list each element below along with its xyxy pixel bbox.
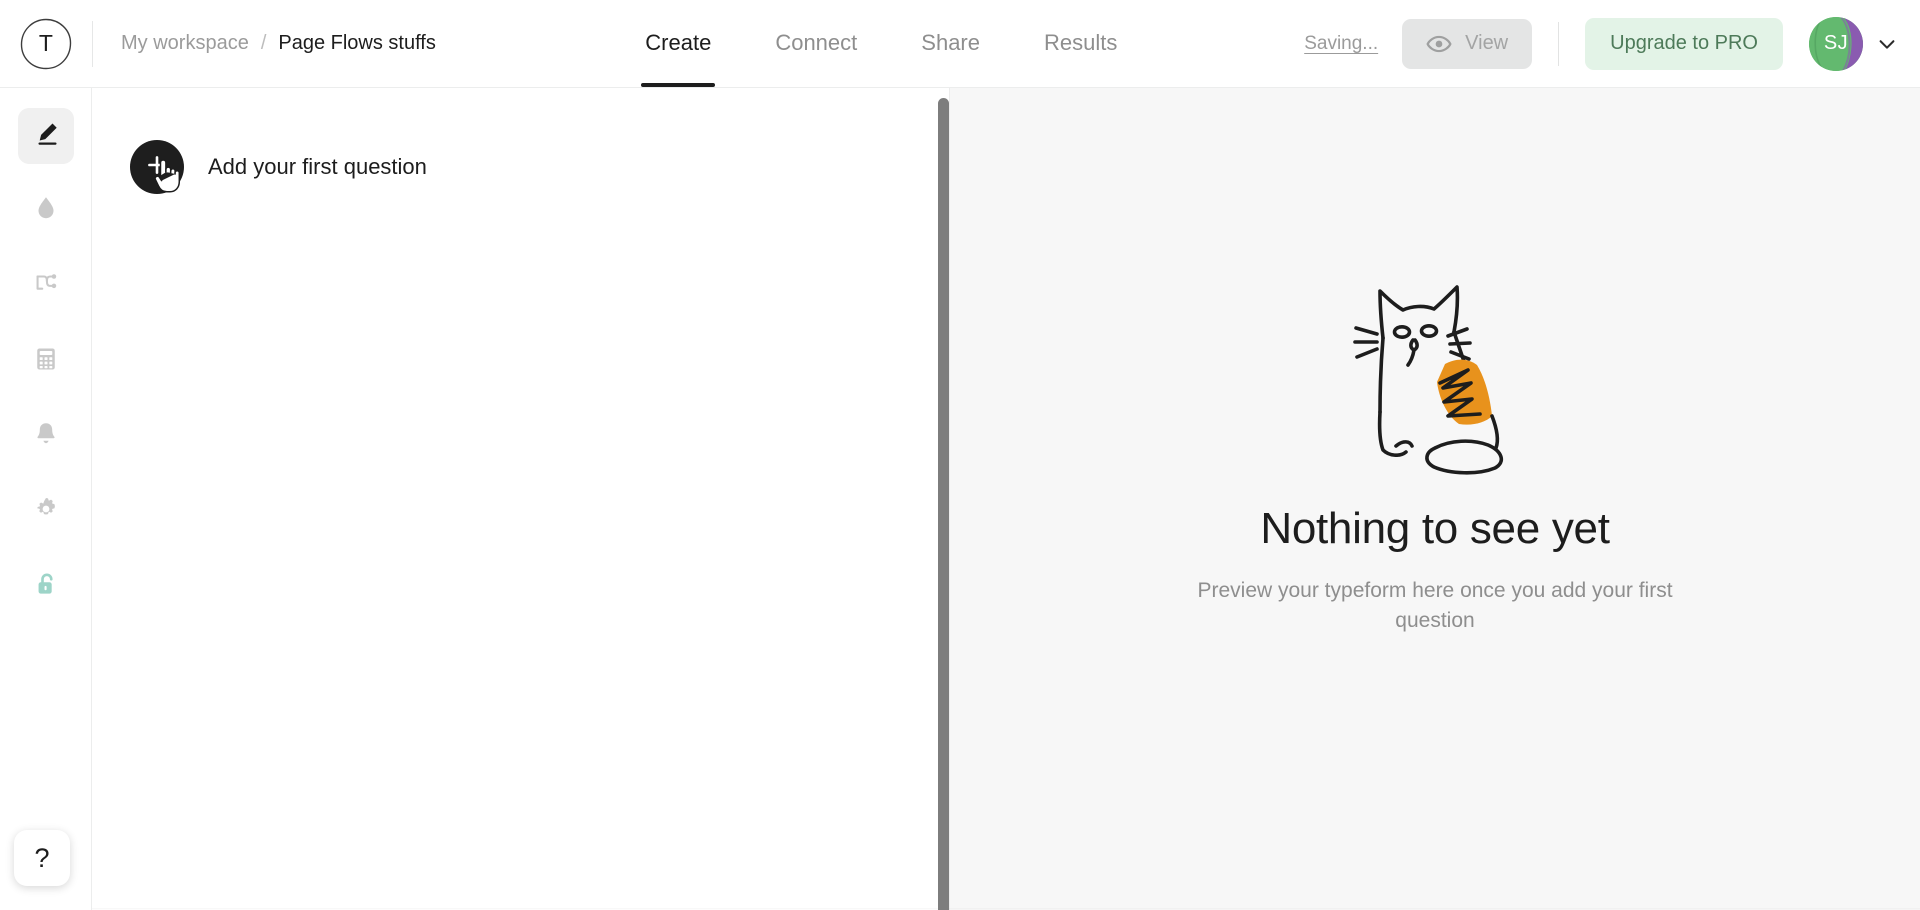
left-sidebar: ? bbox=[0, 88, 92, 910]
app-body: ? Add your first question Nothing to see… bbox=[0, 88, 1920, 910]
typeform-app-window: T My workspace / Page Flows stuffs Creat… bbox=[0, 0, 1920, 910]
view-button[interactable]: View bbox=[1402, 18, 1533, 69]
empty-state-title: Nothing to see yet bbox=[1260, 503, 1610, 553]
unlocked-padlock-icon bbox=[32, 570, 60, 603]
bell-icon bbox=[31, 419, 61, 454]
sidebar-item-privacy[interactable] bbox=[18, 558, 74, 614]
tab-share-label: Share bbox=[921, 30, 980, 55]
breadcrumb-form-name[interactable]: Page Flows stuffs bbox=[278, 32, 435, 55]
sidebar-item-settings[interactable] bbox=[18, 483, 74, 539]
add-question-circle[interactable] bbox=[130, 140, 184, 194]
breadcrumb: My workspace / Page Flows stuffs bbox=[93, 32, 436, 55]
logo-letter: T bbox=[38, 30, 54, 56]
logic-branch-icon bbox=[31, 269, 61, 304]
sidebar-item-logic[interactable] bbox=[18, 258, 74, 314]
tab-connect-label: Connect bbox=[775, 30, 858, 55]
help-button[interactable]: ? bbox=[14, 830, 70, 886]
sidebar-item-design[interactable] bbox=[18, 183, 74, 239]
highlighter-pen-icon bbox=[30, 118, 62, 155]
chevron-down-icon[interactable] bbox=[1876, 33, 1898, 55]
typeform-logo[interactable]: T bbox=[0, 0, 92, 88]
question-editor-panel: Add your first question bbox=[92, 88, 950, 910]
help-question-mark-icon: ? bbox=[34, 842, 50, 873]
tab-share[interactable]: Share bbox=[889, 0, 1012, 87]
tab-results-label: Results bbox=[1044, 30, 1118, 55]
form-preview-panel: Nothing to see yet Preview your typeform… bbox=[950, 88, 1920, 910]
account-menu[interactable]: SJ bbox=[1809, 16, 1898, 71]
saving-status: Saving... bbox=[1304, 32, 1379, 54]
eye-icon bbox=[1426, 31, 1452, 57]
upgrade-to-pro-button[interactable]: Upgrade to PRO bbox=[1585, 17, 1783, 70]
avatar: SJ bbox=[1809, 16, 1863, 71]
hand-drawn-cat-illustration bbox=[1340, 266, 1530, 486]
add-first-question-label: Add your first question bbox=[208, 154, 427, 179]
avatar-initials: SJ bbox=[1823, 32, 1849, 54]
view-button-label: View bbox=[1465, 32, 1509, 54]
water-drop-icon bbox=[31, 194, 61, 229]
main-nav-tabs: Create Connect Share Results bbox=[513, 0, 1149, 87]
tab-create-label: Create bbox=[645, 30, 712, 55]
sidebar-item-calculator[interactable] bbox=[18, 333, 74, 389]
calculator-icon bbox=[32, 345, 60, 378]
tab-connect[interactable]: Connect bbox=[743, 0, 889, 87]
add-first-question-button[interactable]: Add your first question bbox=[130, 140, 427, 194]
header-right-group: Saving... View Upgrade to PRO SJ bbox=[1304, 16, 1920, 71]
breadcrumb-workspace[interactable]: My workspace bbox=[121, 32, 249, 55]
app-header: T My workspace / Page Flows stuffs Creat… bbox=[0, 0, 1920, 88]
sidebar-item-notifications[interactable] bbox=[18, 408, 74, 464]
empty-state-subtitle: Preview your typeform here once you add … bbox=[1197, 578, 1673, 632]
tab-results[interactable]: Results bbox=[1012, 0, 1149, 87]
gear-icon bbox=[31, 494, 61, 529]
header-right-divider bbox=[1558, 21, 1560, 66]
editor-panel-scrollbar[interactable] bbox=[938, 98, 949, 910]
tab-create[interactable]: Create bbox=[613, 0, 743, 87]
breadcrumb-separator: / bbox=[260, 32, 267, 54]
sidebar-item-content[interactable] bbox=[17, 108, 74, 164]
typeform-logo-icon: T bbox=[19, 17, 73, 71]
plus-icon bbox=[144, 152, 170, 183]
